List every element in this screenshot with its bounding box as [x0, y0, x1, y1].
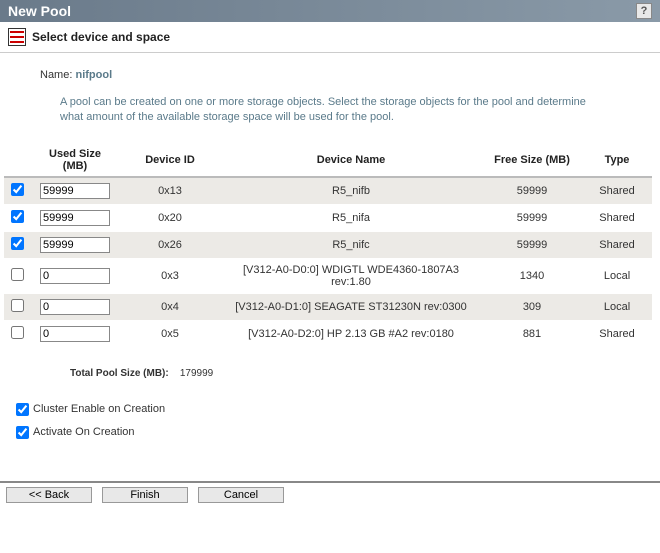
- row-select-checkbox[interactable]: [11, 268, 24, 281]
- device-name-cell: [V312-A0-D2:0] HP 2.13 GB #A2 rev:0180: [220, 320, 482, 347]
- used-size-input[interactable]: [40, 237, 110, 253]
- device-name-cell: [V312-A0-D1:0] SEAGATE ST31230N rev:0300: [220, 293, 482, 320]
- type-cell: Shared: [582, 177, 652, 205]
- row-select-checkbox[interactable]: [11, 326, 24, 339]
- table-row: 0x4[V312-A0-D1:0] SEAGATE ST31230N rev:0…: [4, 293, 652, 320]
- used-size-input[interactable]: [40, 183, 110, 199]
- used-size-input[interactable]: [40, 268, 110, 284]
- total-pool-size: Total Pool Size (MB): 179999: [70, 368, 652, 379]
- free-size-cell: 309: [482, 293, 582, 320]
- wizard-footer: << Back Finish Cancel: [0, 481, 660, 507]
- cancel-button[interactable]: Cancel: [198, 487, 284, 503]
- pool-name-label: Name:: [40, 69, 72, 81]
- device-name-cell: R5_nifa: [220, 204, 482, 231]
- dialog-header: New Pool ?: [0, 0, 660, 22]
- table-row: 0x3[V312-A0-D0:0] WDIGTL WDE4360-1807A3 …: [4, 258, 652, 293]
- col-used: Used Size (MB): [30, 144, 120, 177]
- used-size-input[interactable]: [40, 326, 110, 342]
- step-description: A pool can be created on one or more sto…: [60, 95, 600, 126]
- cluster-enable-checkbox[interactable]: [16, 403, 29, 416]
- row-select-checkbox[interactable]: [11, 183, 24, 196]
- option-activate: Activate On Creation: [16, 426, 652, 439]
- type-cell: Local: [582, 293, 652, 320]
- table-row: 0x13R5_nifb59999Shared: [4, 177, 652, 205]
- pool-name-row: Name: nifpool: [40, 69, 652, 81]
- finish-button[interactable]: Finish: [102, 487, 188, 503]
- free-size-cell: 59999: [482, 204, 582, 231]
- free-size-cell: 59999: [482, 231, 582, 258]
- cluster-enable-label[interactable]: Cluster Enable on Creation: [33, 403, 165, 415]
- total-label: Total Pool Size (MB):: [70, 368, 169, 379]
- row-select-checkbox[interactable]: [11, 210, 24, 223]
- type-cell: Shared: [582, 320, 652, 347]
- table-row: 0x5[V312-A0-D2:0] HP 2.13 GB #A2 rev:018…: [4, 320, 652, 347]
- col-free: Free Size (MB): [482, 144, 582, 177]
- free-size-cell: 1340: [482, 258, 582, 293]
- col-device-name: Device Name: [220, 144, 482, 177]
- pool-name-value: nifpool: [75, 69, 112, 81]
- used-size-input[interactable]: [40, 299, 110, 315]
- col-type: Type: [582, 144, 652, 177]
- dialog-title: New Pool: [8, 3, 71, 19]
- row-select-checkbox[interactable]: [11, 299, 24, 312]
- step-subtitle-row: Select device and space: [0, 22, 660, 53]
- col-device-id: Device ID: [120, 144, 220, 177]
- back-button[interactable]: << Back: [6, 487, 92, 503]
- device-name-cell: [V312-A0-D0:0] WDIGTL WDE4360-1807A3 rev…: [220, 258, 482, 293]
- devices-table: Used Size (MB) Device ID Device Name Fre…: [4, 144, 652, 348]
- list-icon: [8, 28, 26, 46]
- step-subtitle: Select device and space: [32, 30, 170, 44]
- activate-checkbox[interactable]: [16, 426, 29, 439]
- device-id-cell: 0x13: [120, 177, 220, 205]
- device-id-cell: 0x20: [120, 204, 220, 231]
- total-value: 179999: [180, 368, 213, 379]
- device-name-cell: R5_nifc: [220, 231, 482, 258]
- device-id-cell: 0x26: [120, 231, 220, 258]
- table-row: 0x26R5_nifc59999Shared: [4, 231, 652, 258]
- col-check: [4, 144, 30, 177]
- type-cell: Local: [582, 258, 652, 293]
- row-select-checkbox[interactable]: [11, 237, 24, 250]
- type-cell: Shared: [582, 204, 652, 231]
- help-icon[interactable]: ?: [636, 3, 652, 19]
- device-id-cell: 0x5: [120, 320, 220, 347]
- device-id-cell: 0x3: [120, 258, 220, 293]
- device-id-cell: 0x4: [120, 293, 220, 320]
- table-row: 0x20R5_nifa59999Shared: [4, 204, 652, 231]
- option-cluster-enable: Cluster Enable on Creation: [16, 403, 652, 416]
- activate-label[interactable]: Activate On Creation: [33, 426, 135, 438]
- device-name-cell: R5_nifb: [220, 177, 482, 205]
- free-size-cell: 881: [482, 320, 582, 347]
- free-size-cell: 59999: [482, 177, 582, 205]
- type-cell: Shared: [582, 231, 652, 258]
- used-size-input[interactable]: [40, 210, 110, 226]
